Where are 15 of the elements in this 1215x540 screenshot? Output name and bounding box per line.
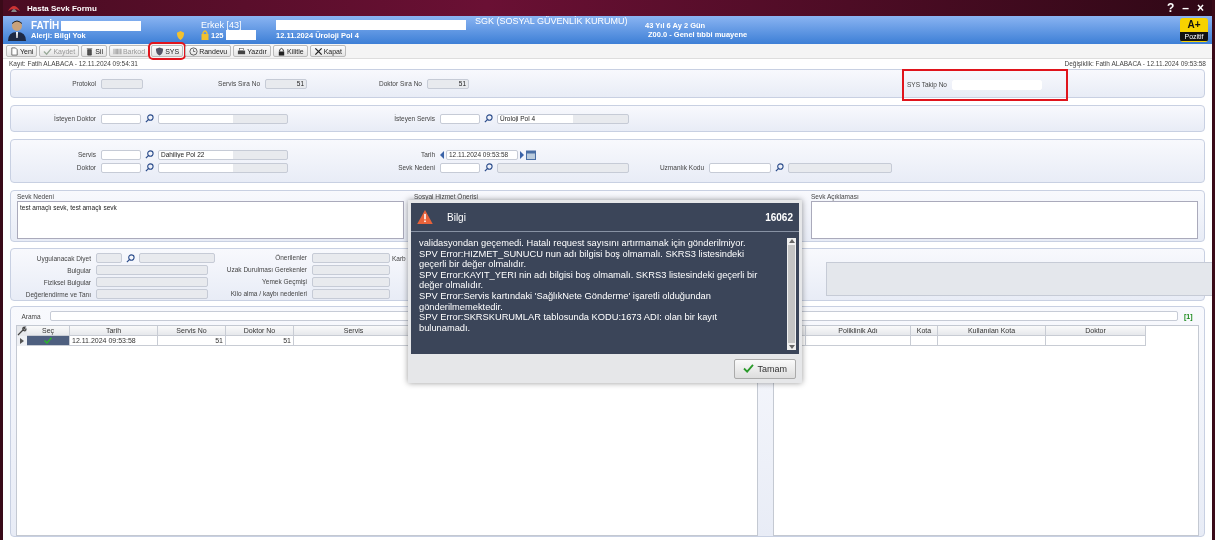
message-line: değer olmalıdır. [419, 280, 485, 291]
message-line: gönderilmemektedir. [419, 301, 504, 313]
insurance-text: SGK (SOSYAL GÜVENLİK KURUMU) [475, 16, 629, 26]
patient-gender: Erkek [43] [201, 20, 243, 30]
message-line: SPV Error:SKRSKURUMLAR tablosunda KODU:1673 ADI: olan bir kayıt [419, 312, 719, 323]
dialog-title: Bilgi [447, 211, 466, 223]
message-line: geçerli bir değer olmalıdır. [419, 259, 527, 270]
window-title: Hasta Sevk Formu [27, 3, 97, 13]
message-code: 16062 [765, 211, 793, 223]
message-line: SPV Error:HIZMET_SUNUCU nun adı bilgisi boş olmamalı. SKRS3 listesindeki [419, 248, 745, 260]
message-line: bulunamadı. [419, 322, 472, 334]
patient-name: FATİH [31, 20, 60, 31]
message-line: SPV Error:KAYIT_YERI nin adı bilgisi boş olmamalı. SKRS3 listesindeki geçerli bir [419, 269, 759, 281]
message-line: validasyondan geçemedi. Hatalı request sayısını artırmamak için gönderilmiyor. [419, 238, 747, 249]
message-line: SPV Error:Servis kartındaki 'SağlıkNete Gönderme' işaretli olduğundan [419, 290, 712, 302]
